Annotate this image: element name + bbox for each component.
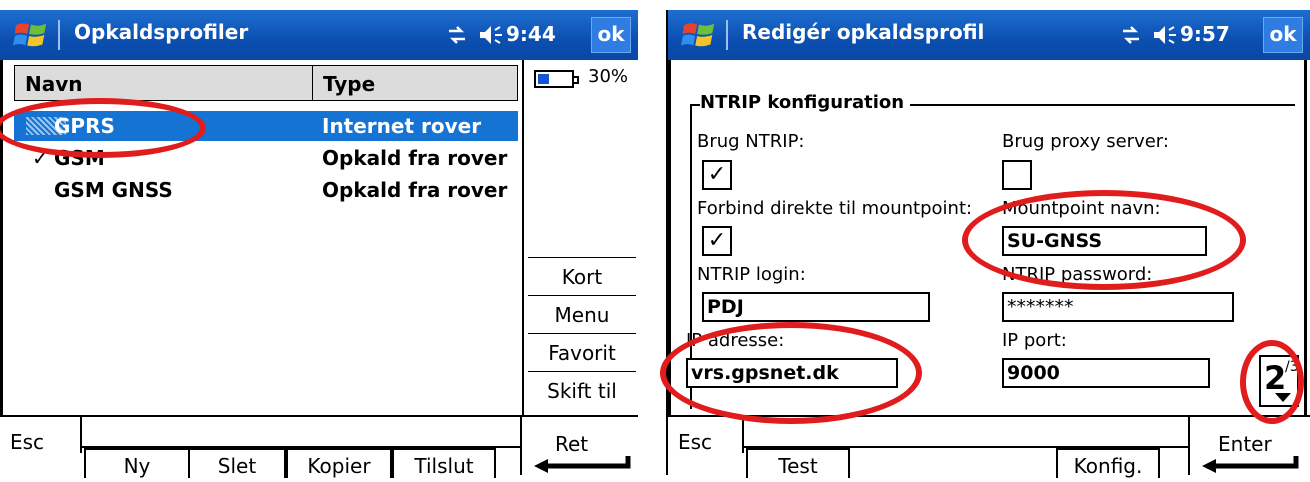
bar-divider <box>1188 415 1190 475</box>
use-ntrip-label: Brug NTRIP: <box>697 131 805 152</box>
ny-button[interactable]: Ny <box>84 448 190 478</box>
sidebar-divider <box>528 333 636 334</box>
use-proxy-checkbox[interactable] <box>1002 160 1032 190</box>
title-bar: Redigér opkaldsprofil 9:57 ok <box>668 10 1310 60</box>
ntrip-password-input[interactable]: ******* <box>1002 292 1234 322</box>
esc-button[interactable]: Esc <box>678 430 712 454</box>
page-total: /3 <box>1285 359 1299 375</box>
row-type: Opkald fra rover <box>322 146 508 170</box>
row-type: Internet rover <box>322 114 482 138</box>
row-type: Opkald fra rover <box>322 178 508 202</box>
clock[interactable]: 9:57 <box>1180 22 1230 46</box>
ret-button[interactable]: Ret <box>555 432 588 456</box>
kort-button[interactable]: Kort <box>528 260 636 294</box>
windows-start-icon[interactable] <box>680 16 718 54</box>
column-header-navn[interactable]: Navn <box>14 65 314 101</box>
tilslut-button[interactable]: Tilslut <box>392 448 496 478</box>
title-separator <box>58 20 60 50</box>
page-current: 2 <box>1264 359 1287 397</box>
sidebar-divider <box>528 295 636 296</box>
row-name: GPRS <box>54 114 115 138</box>
title-separator <box>726 20 728 50</box>
enter-button[interactable]: Enter <box>1218 432 1272 456</box>
use-proxy-label: Brug proxy server: <box>1002 131 1169 152</box>
menu-button[interactable]: Menu <box>528 298 636 332</box>
ntrip-login-label: NTRIP login: <box>697 264 806 285</box>
direct-mountpoint-label: Forbind direkte til mountpoint: <box>697 198 973 219</box>
window-title: Opkaldsprofiler <box>74 20 249 44</box>
esc-button[interactable]: Esc <box>10 430 44 454</box>
list-item[interactable]: ✓ GSM Opkald fra rover <box>14 143 518 173</box>
volume-icon[interactable] <box>478 23 504 47</box>
group-title: NTRIP konfiguration <box>700 92 911 113</box>
title-bar: Opkaldsprofiler 9:44 ok <box>0 10 638 60</box>
battery-percentage: 30% <box>588 66 629 87</box>
mountpoint-input[interactable]: SU-GNSS <box>1002 226 1207 256</box>
ip-address-label: IP adresse: <box>686 330 785 351</box>
direct-mountpoint-checkbox[interactable]: ✓ <box>702 226 732 256</box>
ip-address-input[interactable]: vrs.gpsnet.dk <box>686 358 898 388</box>
ip-port-input[interactable]: 9000 <box>1002 358 1210 388</box>
windows-start-icon[interactable] <box>12 16 50 54</box>
column-header-type[interactable]: Type <box>312 65 518 101</box>
list-item[interactable]: GPRS Internet rover <box>14 111 518 141</box>
window-title: Redigér opkaldsprofil <box>742 20 985 44</box>
volume-icon[interactable] <box>1152 23 1178 47</box>
connectivity-icon[interactable] <box>446 24 468 46</box>
check-mark-icon: ✓ <box>32 146 49 170</box>
sidebar-divider <box>528 371 636 372</box>
favorit-button[interactable]: Favorit <box>528 336 636 370</box>
row-name: GSM <box>54 146 105 170</box>
screen-edge <box>1304 60 1307 415</box>
ntrip-password-label: NTRIP password: <box>1002 264 1153 285</box>
chevron-down-icon <box>1275 393 1291 402</box>
page-indicator[interactable]: 2 /3 <box>1259 355 1299 407</box>
list-item[interactable]: GSM GNSS Opkald fra rover <box>14 175 518 205</box>
test-button[interactable]: Test <box>746 448 850 478</box>
gap <box>638 0 668 475</box>
mountpoint-label: Mountpoint navn: <box>1002 198 1161 219</box>
row-name: GSM GNSS <box>54 178 173 202</box>
skift-til-button[interactable]: Skift til <box>528 374 636 408</box>
slet-button[interactable]: Slet <box>188 448 286 478</box>
use-ntrip-checkbox[interactable]: ✓ <box>702 160 732 190</box>
ok-button[interactable]: ok <box>591 17 631 53</box>
kopier-button[interactable]: Kopier <box>286 448 392 478</box>
sidebar-divider <box>528 257 636 258</box>
bar-divider <box>520 415 522 475</box>
clock[interactable]: 9:44 <box>506 22 556 46</box>
ip-port-label: IP port: <box>1002 330 1067 351</box>
opkaldsprofiler-screen: Opkaldsprofiler 9:44 ok Navn Type GPRS I… <box>0 0 638 478</box>
ntrip-login-input[interactable]: PDJ <box>702 292 930 322</box>
enter-arrow-icon <box>1202 456 1299 473</box>
screen-edge <box>668 60 671 415</box>
battery-icon <box>534 70 579 88</box>
konfig-button[interactable]: Konfig. <box>1056 448 1160 478</box>
enter-arrow-icon <box>534 456 631 473</box>
connectivity-icon[interactable] <box>1120 24 1142 46</box>
bottom-command-bar <box>668 415 1310 417</box>
ok-button[interactable]: ok <box>1263 17 1303 53</box>
